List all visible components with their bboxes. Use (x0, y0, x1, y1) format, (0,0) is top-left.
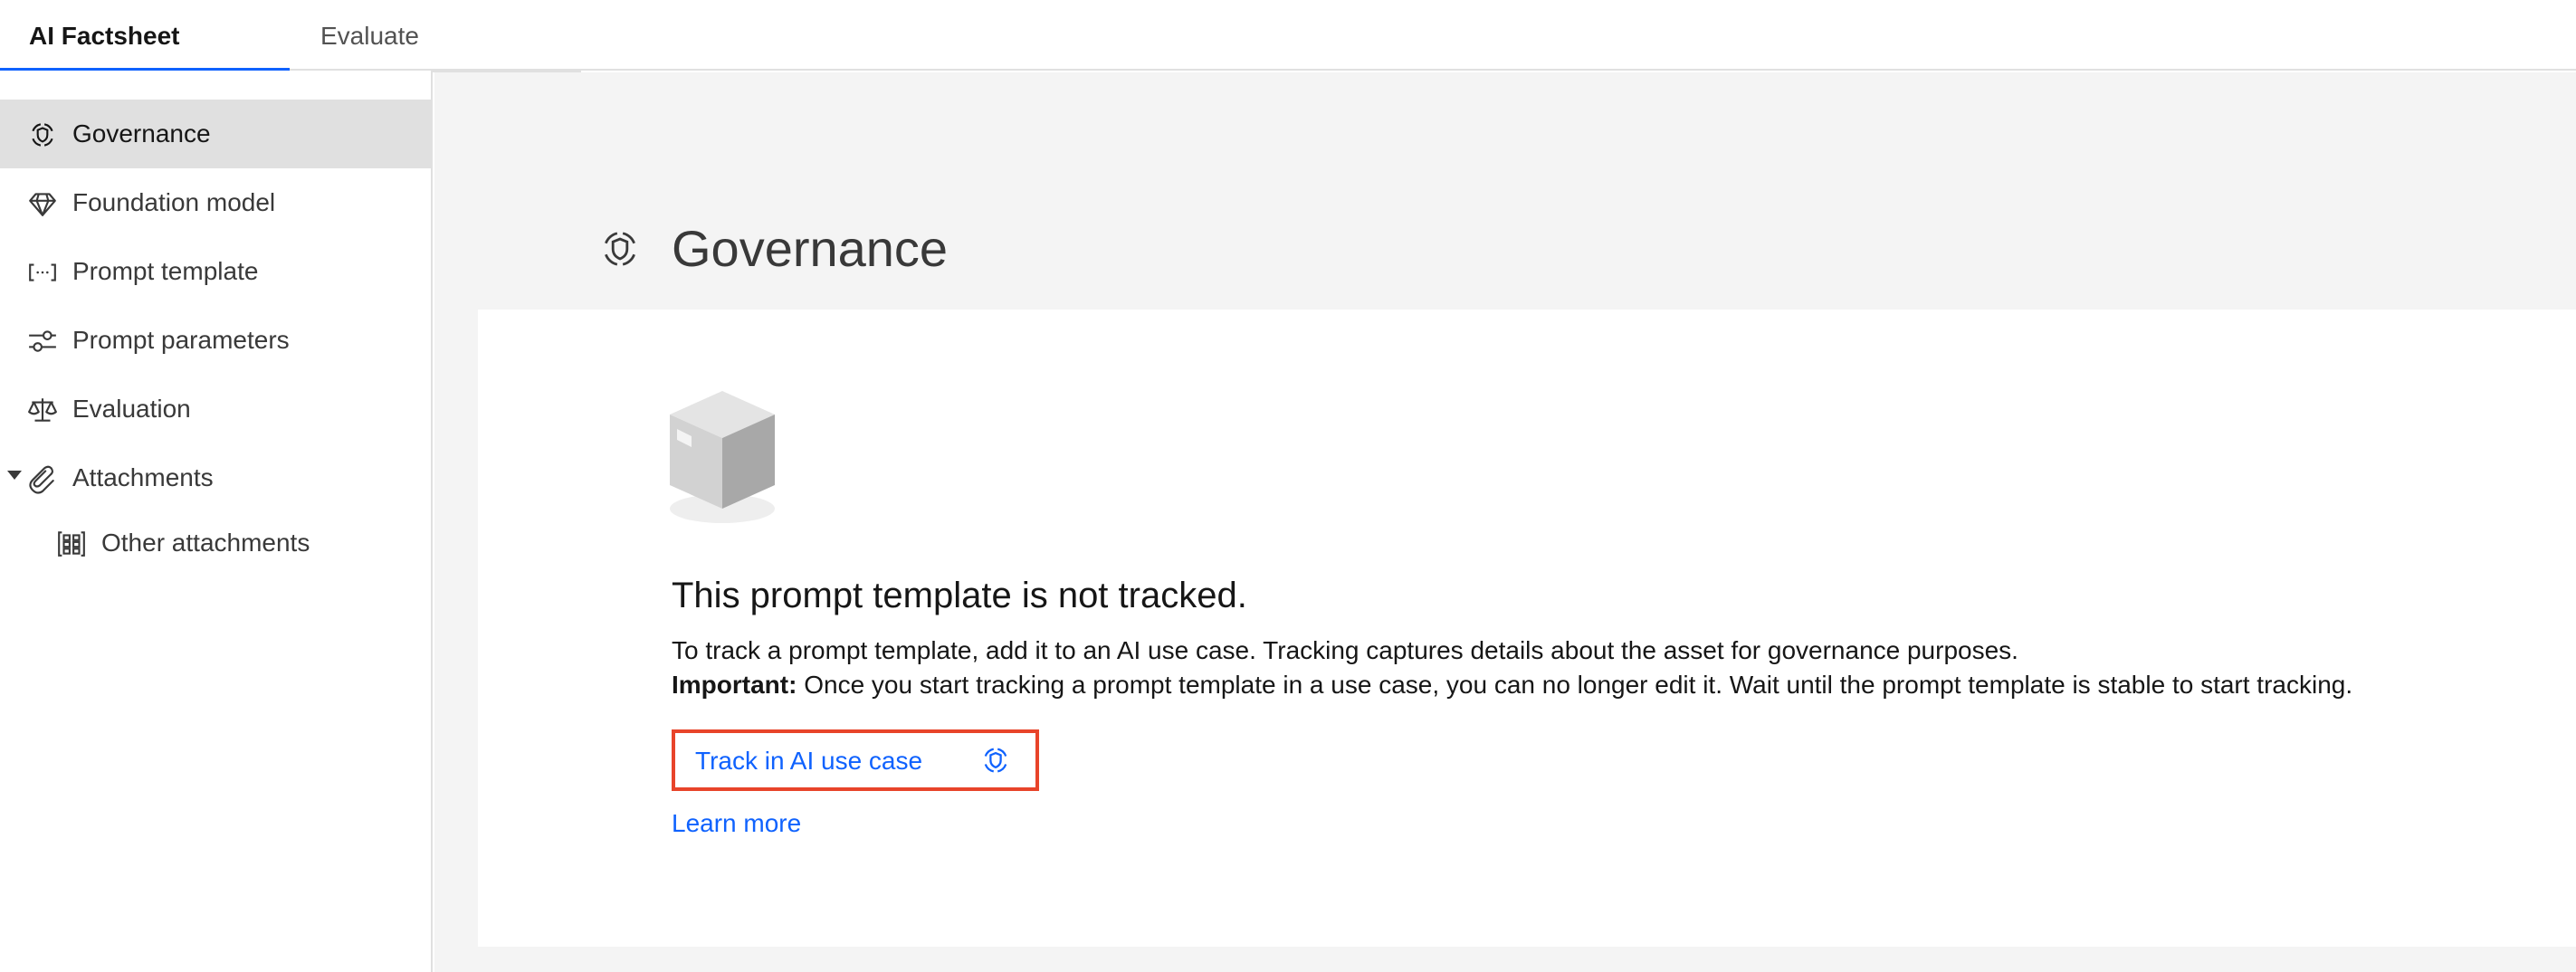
caret-down-icon[interactable] (7, 471, 22, 480)
sidebar-item-label: Attachments (72, 463, 214, 491)
important-text: Once you start tracking a prompt templat… (797, 671, 2353, 699)
brackets-icon (29, 263, 56, 281)
tab-evaluate[interactable]: Evaluate (290, 0, 581, 72)
sidebar-item-label: Prompt parameters (72, 326, 290, 354)
empty-state-card: This prompt template is not tracked. To … (478, 310, 2576, 947)
sidebar-item-other-attachments[interactable]: Other attachments (0, 509, 433, 577)
governance-icon (605, 232, 635, 266)
diamond-icon (29, 193, 56, 216)
governance-icon (32, 123, 53, 147)
sidebar-item-label: Governance (72, 119, 211, 148)
governance-icon (984, 748, 1007, 773)
sidebar-item-attachments[interactable]: Attachments (0, 443, 433, 512)
sidebar: Governance Foundation model Prompt templ… (0, 71, 433, 972)
main-content: Governance This prompt template is not t… (434, 72, 2576, 972)
track-button-label: Track in AI use case (695, 747, 923, 775)
sidebar-item-evaluation[interactable]: Evaluation (0, 375, 433, 443)
sidebar-item-prompt-template[interactable]: Prompt template (0, 237, 433, 306)
card-heading: This prompt template is not tracked. (672, 576, 1247, 615)
scale-icon (28, 398, 57, 422)
sidebar-item-label: Prompt template (72, 257, 259, 285)
sidebar-item-label: Other attachments (101, 529, 310, 557)
sliders-icon (29, 330, 56, 352)
tab-ai-factsheet[interactable]: AI Factsheet (0, 0, 290, 72)
track-in-ai-use-case-button[interactable]: Track in AI use case (672, 729, 1039, 791)
sidebar-item-governance[interactable]: Governance (0, 100, 433, 168)
grid-icon (58, 531, 85, 557)
card-description: To track a prompt template, add it to an… (672, 636, 2018, 664)
important-label: Important: (672, 671, 797, 699)
box-illustration (670, 391, 775, 523)
sidebar-item-label: Evaluation (72, 395, 191, 423)
paperclip-icon (29, 465, 54, 494)
top-tab-bar: AI Factsheet Evaluate (0, 0, 2576, 72)
important-note: Important: Once you start tracking a pro… (672, 668, 2352, 702)
sidebar-item-foundation-model[interactable]: Foundation model (0, 168, 433, 237)
sidebar-item-label: Foundation model (72, 188, 276, 216)
page-title: Governance (672, 220, 949, 277)
sidebar-item-prompt-parameters[interactable]: Prompt parameters (0, 306, 433, 375)
learn-more-link[interactable]: Learn more (672, 805, 801, 842)
